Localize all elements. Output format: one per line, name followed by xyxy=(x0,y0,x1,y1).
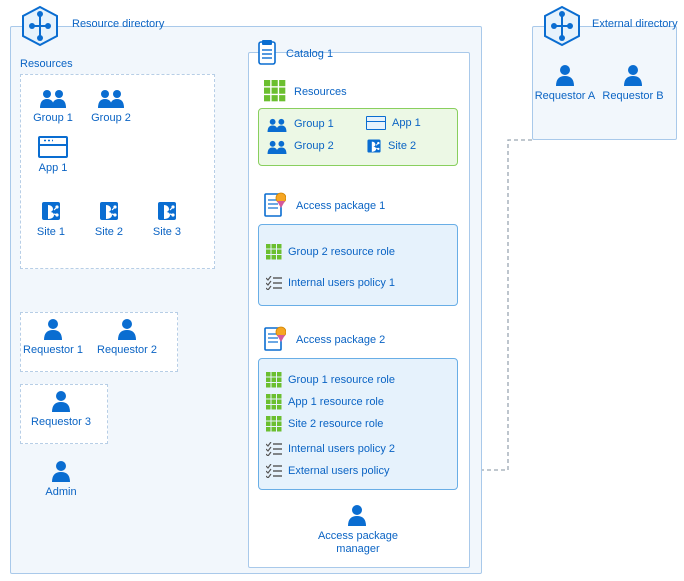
admin-label: Admin xyxy=(30,486,92,498)
group2-label: Group 2 xyxy=(86,112,136,124)
access-package1-box xyxy=(258,224,458,306)
catalog-title: Catalog 1 xyxy=(286,48,333,60)
ap2-role1: Group 1 resource role xyxy=(266,372,395,388)
grid-icon xyxy=(266,394,282,410)
app1-label: App 1 xyxy=(28,162,78,174)
resources-heading: Resources xyxy=(20,58,73,70)
app-icon xyxy=(38,136,68,158)
access-package-icon xyxy=(262,326,284,352)
grid-icon xyxy=(266,244,282,260)
site3-label: Site 3 xyxy=(144,226,190,238)
ap2-role2: App 1 resource role xyxy=(266,394,384,410)
external-directory-title: External directory xyxy=(592,18,678,30)
ap2-policy1: Internal users policy 2 xyxy=(266,442,395,456)
catalog-resources-label: Resources xyxy=(294,86,347,98)
requestor2-label: Requestor 2 xyxy=(96,344,158,356)
ap1-title: Access package 1 xyxy=(296,200,385,212)
group-icon xyxy=(96,86,126,108)
site-icon xyxy=(98,200,120,222)
requestor1-label: Requestor 1 xyxy=(22,344,84,356)
directory-icon xyxy=(18,4,62,48)
access-package-icon xyxy=(262,192,284,218)
access-package-manager-label: Access package manager xyxy=(308,530,408,555)
person-icon xyxy=(50,460,72,482)
person-icon xyxy=(42,318,64,340)
requestor3-label: Requestor 3 xyxy=(30,416,92,428)
ap1-policy1: Internal users policy 1 xyxy=(266,276,395,290)
site-icon xyxy=(156,200,178,222)
person-icon xyxy=(50,390,72,412)
ap2-title: Access package 2 xyxy=(296,334,385,346)
group-icon xyxy=(266,138,288,154)
res-group1: Group 1 xyxy=(266,116,334,132)
group-icon xyxy=(38,86,68,108)
external-directory-icon xyxy=(540,4,584,48)
person-icon xyxy=(116,318,138,340)
policy-list-icon xyxy=(266,464,282,478)
policy-list-icon xyxy=(266,442,282,456)
person-icon xyxy=(346,504,368,526)
catalog-icon xyxy=(256,40,278,66)
res-group2: Group 2 xyxy=(266,138,334,154)
ap1-role1: Group 2 resource role xyxy=(266,244,395,260)
resource-directory-title: Resource directory xyxy=(72,18,164,30)
grid-icon xyxy=(266,372,282,388)
resources-grid-icon xyxy=(264,80,286,102)
group-icon xyxy=(266,116,288,132)
grid-icon xyxy=(266,416,282,432)
res-site2: Site 2 xyxy=(366,138,416,154)
person-icon xyxy=(622,64,644,86)
site-icon xyxy=(366,138,382,154)
app-icon xyxy=(366,116,386,130)
site1-label: Site 1 xyxy=(28,226,74,238)
person-icon xyxy=(554,64,576,86)
external-requestor-a: Requestor A xyxy=(534,90,596,102)
res-app1: App 1 xyxy=(366,116,421,130)
ap2-policy2: External users policy xyxy=(266,464,390,478)
policy-list-icon xyxy=(266,276,282,290)
group1-label: Group 1 xyxy=(28,112,78,124)
site-icon xyxy=(40,200,62,222)
ap2-role3: Site 2 resource role xyxy=(266,416,383,432)
external-requestor-b: Requestor B xyxy=(602,90,664,102)
site2-label: Site 2 xyxy=(86,226,132,238)
